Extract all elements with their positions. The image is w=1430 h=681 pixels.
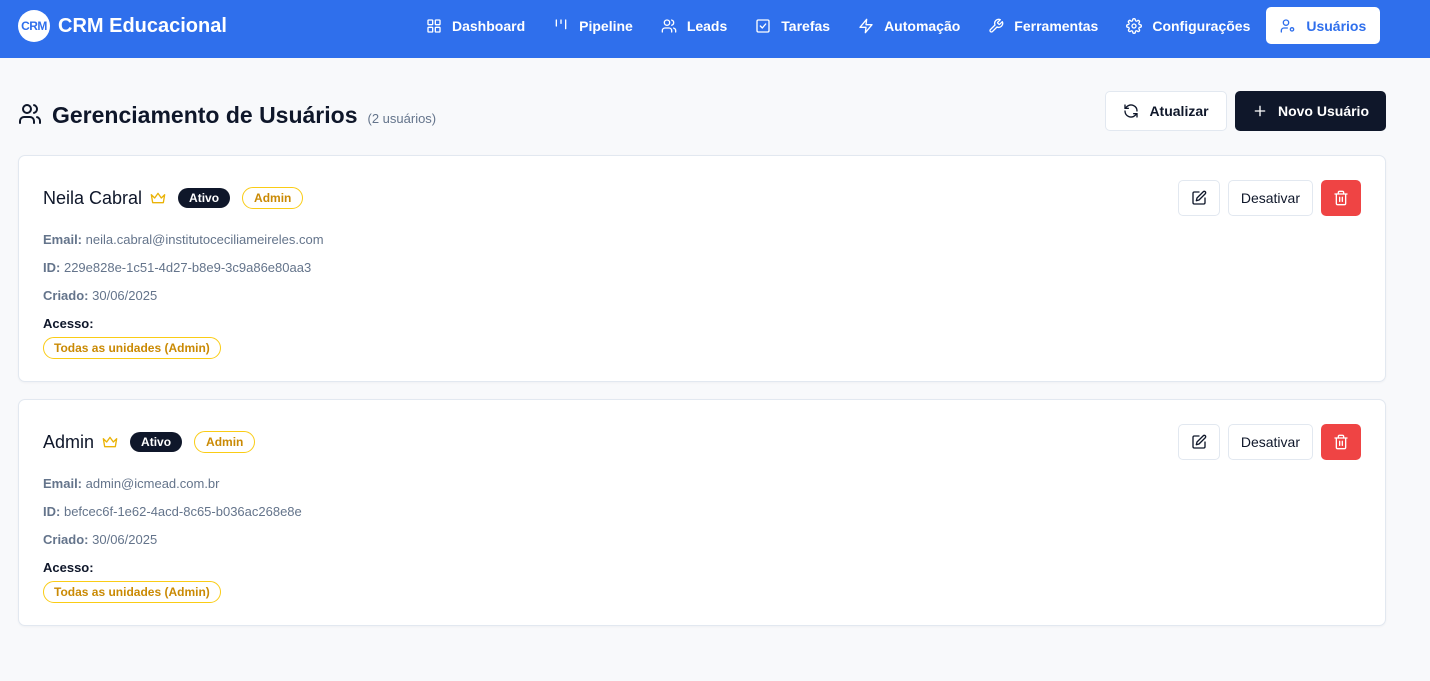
access-label: Acesso: [43, 560, 94, 575]
checkbox-icon [756, 18, 770, 33]
user-card: Neila Cabral Ativo Admin Email: neila.ca… [18, 155, 1386, 382]
email-value: neila.cabral@institutoceciliameireles.co… [85, 232, 324, 247]
nav-item-dashboard[interactable]: Dashboard [412, 7, 539, 44]
user-created: Criado: 30/06/2025 [43, 532, 157, 547]
user-name: Admin [43, 431, 95, 452]
trash-icon [1334, 434, 1348, 450]
email-label: Email: [43, 476, 83, 491]
user-card-header: Admin Ativo Admin [43, 431, 256, 453]
access-badge: Todas as unidades (Admin) [43, 337, 221, 359]
nav-label: Automação [884, 17, 961, 34]
access-label: Acesso: [43, 316, 94, 331]
page-title: Gerenciamento de Usuários [52, 102, 358, 128]
new-user-label: Novo Usuário [1277, 103, 1369, 119]
plus-icon [1254, 105, 1266, 117]
lightning-icon [859, 18, 873, 33]
trash-icon [1334, 190, 1348, 206]
nav-item-automacao[interactable]: Automação [844, 7, 974, 44]
crown-icon [102, 436, 118, 448]
nav-label: Tarefas [781, 17, 831, 34]
grid-icon [427, 18, 441, 33]
edit-icon [1192, 434, 1207, 449]
nav-label: Leads [686, 17, 728, 34]
nav-label: Configurações [1152, 17, 1251, 34]
created-value: 30/06/2025 [92, 288, 158, 303]
nav-item-pipeline[interactable]: Pipeline [539, 7, 647, 44]
delete-button[interactable] [1321, 424, 1361, 460]
user-created: Criado: 30/06/2025 [43, 288, 157, 303]
brand-logo: CRM [18, 10, 50, 42]
users-icon [19, 104, 41, 124]
brand[interactable]: CRM CRM Educacional [18, 10, 227, 42]
user-card-header: Neila Cabral Ativo Admin [43, 187, 304, 209]
title-wrap: Gerenciamento de Usuários (2 usuários) [18, 99, 436, 129]
nav-item-usuarios[interactable]: Usuários [1266, 7, 1381, 44]
delete-button[interactable] [1321, 180, 1361, 216]
main-nav: Dashboard Pipeline Leads Tarefas Automaç… [412, 7, 1381, 44]
email-label: Email: [43, 232, 83, 247]
created-value: 30/06/2025 [92, 532, 158, 547]
refresh-label: Atualizar [1149, 103, 1209, 119]
id-value: befcec6f-1e62-4acd-8c65-b036ac268e8e [63, 504, 302, 519]
nav-item-configuracoes[interactable]: Configurações [1112, 7, 1264, 44]
user-name: Neila Cabral [43, 187, 143, 208]
nav-item-ferramentas[interactable]: Ferramentas [974, 7, 1112, 44]
edit-button[interactable] [1177, 180, 1220, 216]
refresh-button[interactable]: Atualizar [1105, 91, 1227, 131]
nav-item-leads[interactable]: Leads [647, 7, 741, 44]
page-header: Gerenciamento de Usuários (2 usuários) A… [18, 91, 1386, 131]
user-cog-icon [1281, 18, 1295, 33]
user-email: Email: admin@icmead.com.br [43, 476, 220, 491]
created-label: Criado: [43, 288, 89, 303]
deactivate-button[interactable]: Desativar [1227, 424, 1313, 460]
user-actions: Desativar [1177, 424, 1361, 460]
id-value: 229e828e-1c51-4d27-b8e9-3c9a86e80aa3 [63, 260, 312, 275]
access-badge: Todas as unidades (Admin) [43, 581, 221, 603]
nav-label: Ferramentas [1014, 17, 1099, 34]
user-count: (2 usuários) [367, 111, 437, 126]
created-label: Criado: [43, 532, 89, 547]
users-icon [661, 18, 677, 33]
id-label: ID: [43, 260, 61, 275]
edit-icon [1192, 190, 1207, 205]
status-badge: Ativo [178, 188, 231, 208]
gear-icon [1126, 17, 1143, 34]
user-actions: Desativar [1177, 180, 1361, 216]
status-badge: Ativo [130, 432, 183, 452]
user-id: ID: befcec6f-1e62-4acd-8c65-b036ac268e8e [43, 504, 302, 519]
nav-label: Pipeline [579, 17, 633, 34]
nav-label: Dashboard [452, 17, 526, 34]
new-user-button[interactable]: Novo Usuário [1235, 91, 1386, 131]
deactivate-button[interactable]: Desativar [1227, 180, 1313, 216]
nav-label: Usuários [1306, 17, 1367, 34]
user-email: Email: neila.cabral@institutoceciliameir… [43, 232, 324, 247]
refresh-icon [1124, 104, 1139, 118]
id-label: ID: [43, 504, 61, 519]
top-navbar: CRM CRM Educacional Dashboard Pipeline L… [0, 0, 1430, 58]
pipeline-icon [555, 18, 567, 29]
user-id: ID: 229e828e-1c51-4d27-b8e9-3c9a86e80aa3 [43, 260, 311, 275]
email-value: admin@icmead.com.br [85, 476, 220, 491]
edit-button[interactable] [1177, 424, 1220, 460]
wrench-icon [989, 18, 1004, 33]
crown-icon [150, 192, 166, 204]
role-badge: Admin [242, 187, 304, 209]
user-card: Admin Ativo Admin Email: admin@icmead.co… [18, 399, 1386, 626]
nav-item-tarefas[interactable]: Tarefas [741, 7, 844, 44]
brand-name: CRM Educacional [58, 14, 227, 37]
role-badge: Admin [194, 431, 256, 453]
